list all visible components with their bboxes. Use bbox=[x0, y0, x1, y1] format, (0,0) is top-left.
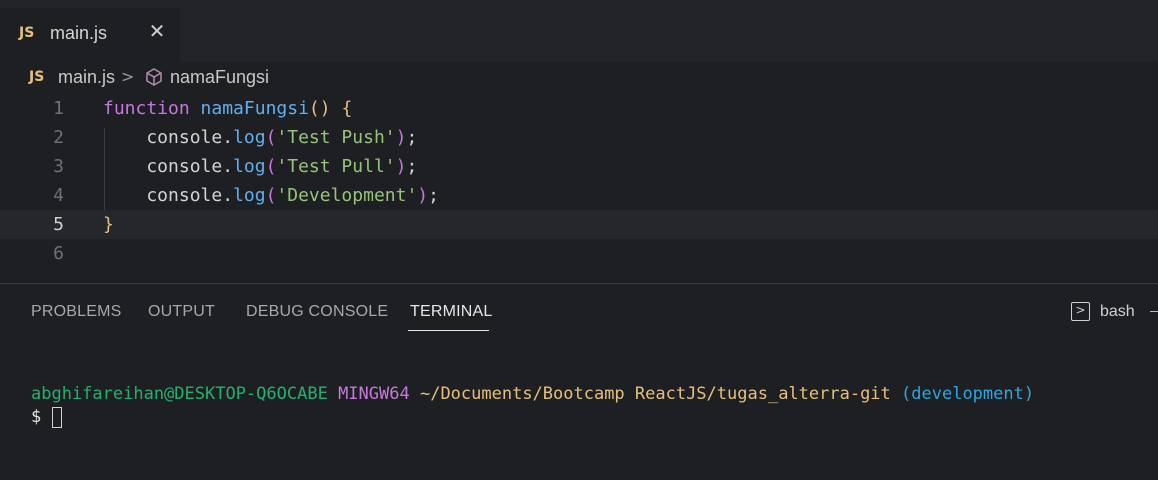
line-number: 4 bbox=[53, 185, 64, 206]
terminal-icon[interactable]: > bbox=[1071, 302, 1090, 321]
terminal-cursor bbox=[52, 407, 62, 428]
code-token: console. bbox=[103, 127, 234, 148]
code-token: ) bbox=[395, 127, 407, 148]
code-line[interactable]: 5} bbox=[0, 210, 1158, 239]
javascript-file-icon: JS bbox=[29, 69, 45, 85]
code-token: 'Test Push' bbox=[276, 127, 396, 148]
active-tab-indicator bbox=[408, 330, 489, 331]
code-token: 'Development' bbox=[276, 185, 418, 206]
code-token: console. bbox=[103, 156, 234, 177]
tab-terminal[interactable]: TERMINAL bbox=[410, 303, 493, 321]
breadcrumb: JS main.js > namaFungsi bbox=[0, 61, 1158, 93]
code-token: ( bbox=[265, 156, 277, 177]
code-text: console.log('Test Push'); bbox=[103, 123, 417, 152]
tab-problems[interactable]: PROBLEMS bbox=[31, 303, 122, 321]
code-token: log bbox=[233, 185, 266, 206]
code-token: ( bbox=[265, 185, 277, 206]
code-token: ) bbox=[395, 156, 407, 177]
code-line[interactable]: 1 function namaFungsi() { bbox=[0, 94, 1158, 123]
bottom-panel: PROBLEMS OUTPUT DEBUG CONSOLE TERMINAL >… bbox=[0, 284, 1158, 480]
tab-output[interactable]: OUTPUT bbox=[148, 303, 215, 321]
terminal-system: MINGW64 bbox=[338, 384, 410, 404]
code-line[interactable]: 6 bbox=[0, 239, 1158, 268]
vscode-window: JS main.js ✕ JS main.js > namaFungsi 1 fu… bbox=[0, 0, 1158, 480]
terminal-path: ~/Documents/Bootcamp ReactJS/tugas_alter… bbox=[419, 384, 891, 404]
code-token: ; bbox=[428, 185, 439, 206]
terminal-shell-label[interactable]: bash bbox=[1100, 303, 1135, 321]
tab-debug-console[interactable]: DEBUG CONSOLE bbox=[246, 303, 388, 321]
terminal-branch: (development) bbox=[901, 384, 1035, 404]
code-text: } bbox=[103, 210, 114, 239]
code-token: ; bbox=[406, 127, 418, 148]
panel-edge-dash bbox=[1150, 311, 1158, 312]
terminal-input-line[interactable]: $ bbox=[31, 407, 41, 427]
terminal-user: abghifareihan@DESKTOP-Q6OCABE bbox=[31, 384, 328, 404]
code-token: { bbox=[341, 98, 353, 119]
code-token: ) bbox=[417, 185, 429, 206]
terminal-prompt-line: abghifareihan@DESKTOP-Q6OCABE MINGW64 ~/… bbox=[31, 384, 1034, 404]
editor-tab-main-js[interactable]: JS main.js ✕ bbox=[0, 8, 180, 61]
editor-tab-bar: JS main.js ✕ bbox=[0, 0, 1158, 61]
code-text: function namaFungsi() { bbox=[103, 94, 352, 123]
line-number: 3 bbox=[53, 156, 64, 177]
chevron-right-icon: > bbox=[121, 67, 135, 86]
terminal-prompt: $ bbox=[31, 407, 42, 427]
line-number: 1 bbox=[53, 98, 64, 119]
code-text: console.log('Test Pull'); bbox=[103, 152, 417, 181]
code-token: ; bbox=[406, 156, 418, 177]
javascript-file-icon: JS bbox=[19, 25, 35, 41]
code-token: log bbox=[233, 156, 266, 177]
code-token: console. bbox=[103, 185, 234, 206]
code-line[interactable]: 2 console.log('Test Push'); bbox=[0, 123, 1158, 152]
code-token: log bbox=[233, 127, 266, 148]
code-line[interactable]: 3 console.log('Test Pull'); bbox=[0, 152, 1158, 181]
code-token: } bbox=[103, 214, 114, 235]
code-token: () bbox=[308, 98, 331, 119]
cube-symbol-icon bbox=[146, 68, 162, 86]
line-number: 6 bbox=[53, 243, 64, 264]
code-token: 'Test Pull' bbox=[276, 156, 396, 177]
breadcrumb-file[interactable]: main.js bbox=[58, 67, 115, 88]
code-token: function bbox=[103, 98, 190, 119]
code-line[interactable]: 4 console.log('Development'); bbox=[0, 181, 1158, 210]
line-number: 5 bbox=[53, 214, 64, 235]
tab-label: main.js bbox=[50, 23, 108, 43]
code-text: console.log('Development'); bbox=[103, 181, 439, 210]
code-editor[interactable]: 1 function namaFungsi() {2 console.log('T… bbox=[0, 93, 1158, 283]
close-icon[interactable]: ✕ bbox=[147, 21, 167, 41]
code-token: namaFungsi bbox=[200, 98, 309, 119]
code-token: ( bbox=[265, 127, 277, 148]
breadcrumb-symbol[interactable]: namaFungsi bbox=[170, 67, 269, 88]
line-number: 2 bbox=[53, 127, 64, 148]
